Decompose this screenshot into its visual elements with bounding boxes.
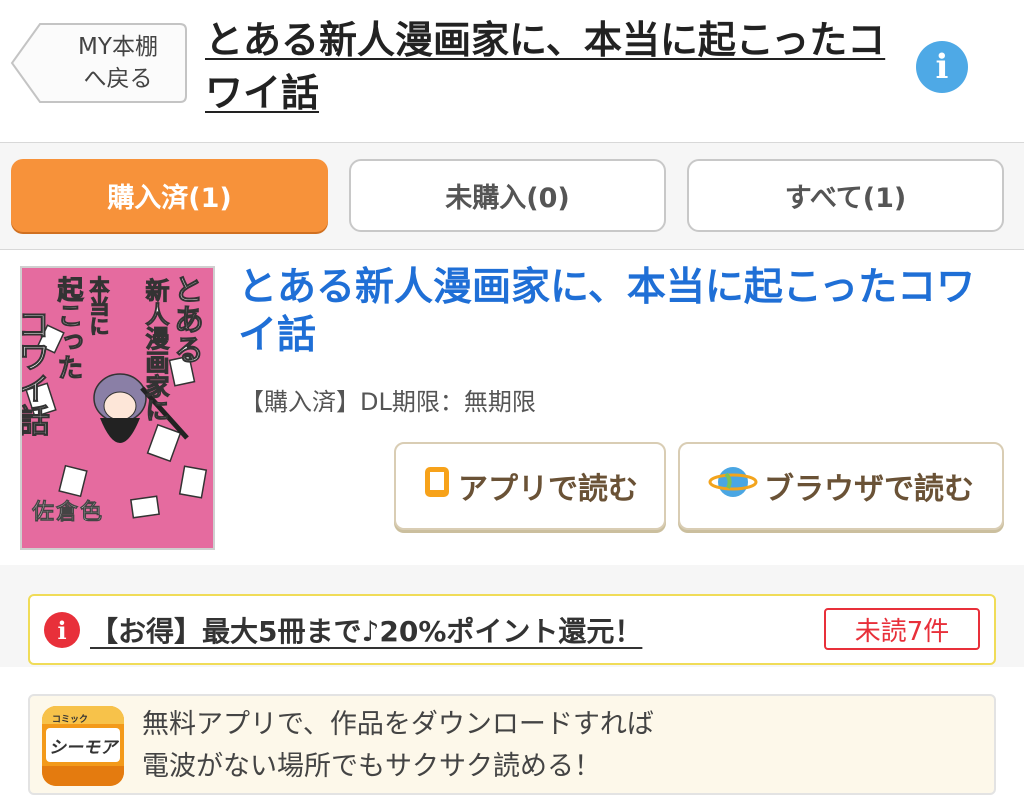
book-status: 【購入済】DL期限：無期限 (240, 388, 536, 416)
cover-title-col3: 本当に (86, 276, 111, 337)
app-icon-bottom (42, 766, 124, 786)
promo-area: i 【お得】最大5冊まで♪20%ポイント還元！ 未読7件 (0, 565, 1024, 667)
back-label-line2: へ戻る (83, 66, 153, 92)
cover-title-col5: コワイ話 (20, 308, 52, 437)
app-banner-text: 無料アプリで、作品をダウンロードすれば 電波がない場所でもサクサク読める！ (142, 704, 654, 788)
read-in-app-button[interactable]: アプリで読む (394, 442, 666, 530)
book-cover-image[interactable]: とある 新人漫画家に 本当に 起こった コワイ話 佐倉色 (20, 266, 215, 550)
info-icon[interactable]: i (916, 41, 968, 93)
book-title-link[interactable]: とある新人漫画家に、本当に起こったコワイ話 (238, 264, 1008, 360)
back-to-bookshelf-button[interactable]: MY本棚 へ戻る (10, 22, 188, 104)
unread-count-badge[interactable]: 未読7件 (824, 608, 980, 650)
read-in-app-label: アプリで読む (458, 472, 638, 507)
app-download-banner[interactable]: コミック シーモア 無料アプリで、作品をダウンロードすれば 電波がない場所でもサ… (28, 694, 996, 795)
cover-author: 佐倉色 (32, 500, 105, 526)
page-title-text[interactable]: とある新人漫画家に、本当に起こったコワイ話 (205, 18, 885, 115)
filter-tabs: 購入済(1) 未購入(0) すべて(1) (0, 143, 1024, 250)
header: MY本棚 へ戻る とある新人漫画家に、本当に起こったコワイ話 i (0, 0, 1024, 143)
globe-icon (708, 462, 758, 510)
back-label: MY本棚 へ戻る (48, 22, 188, 104)
book-entry: とある 新人漫画家に 本当に 起こった コワイ話 佐倉色 とある新人漫画家に、本… (0, 250, 1024, 565)
smartphone-icon (422, 465, 452, 507)
promo-banner[interactable]: i 【お得】最大5冊まで♪20%ポイント還元！ 未読7件 (28, 594, 996, 665)
app-banner-line2: 電波がない場所でもサクサク読める！ (142, 751, 601, 782)
cover-title-col4: 起こった (53, 276, 84, 381)
tab-not-purchased[interactable]: 未購入(0) (349, 159, 666, 232)
promo-link[interactable]: 【お得】最大5冊まで♪20%ポイント還元！ (90, 610, 642, 650)
app-icon-name: シーモア (46, 728, 120, 762)
read-in-browser-label: ブラウザで読む (764, 472, 974, 507)
cmoa-app-icon: コミック シーモア (42, 706, 124, 786)
read-in-browser-button[interactable]: ブラウザで読む (678, 442, 1004, 530)
alert-icon: i (44, 612, 80, 648)
app-banner-line1: 無料アプリで、作品をダウンロードすれば (142, 709, 654, 740)
tab-all[interactable]: すべて(1) (687, 159, 1004, 232)
back-label-line1: MY本棚 (78, 34, 158, 60)
app-icon-small-text: コミック (52, 715, 89, 725)
cover-title-col2: 新人漫画家に (141, 278, 170, 423)
tab-purchased[interactable]: 購入済(1) (11, 159, 328, 232)
page-title[interactable]: とある新人漫画家に、本当に起こったコワイ話 (205, 14, 910, 120)
